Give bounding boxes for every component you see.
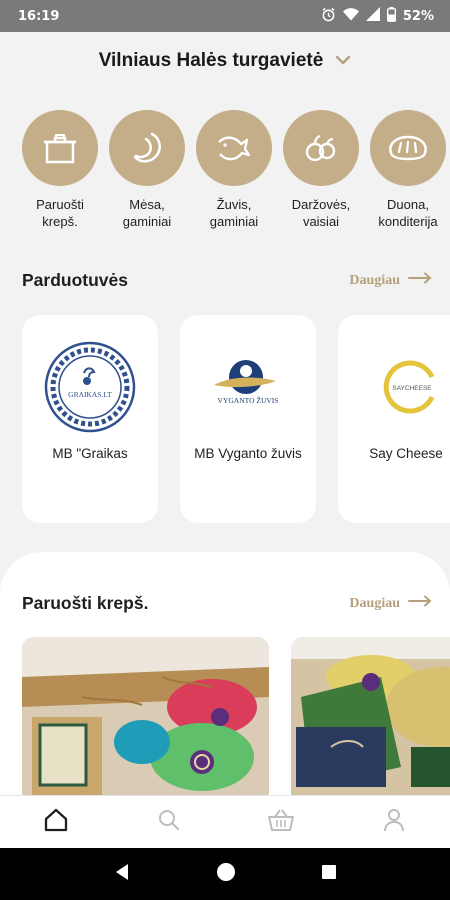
category-row: Paruošti krepš. Mėsa, gaminiai Žuvis, ga… (22, 110, 450, 235)
category-meat[interactable]: Mėsa, gaminiai (109, 110, 185, 235)
basket-icon (267, 808, 295, 837)
market-name: Vilniaus Halės turgavietė (98, 50, 324, 71)
search-icon (157, 808, 181, 837)
fish-icon (196, 110, 272, 186)
basket-card-image[interactable] (291, 637, 450, 797)
nav-home[interactable] (0, 796, 113, 848)
back-icon[interactable] (113, 863, 131, 886)
category-label: Žuvis, gaminiai (209, 197, 259, 229)
nav-basket[interactable] (225, 796, 338, 848)
shops-section-header: Parduotuvės Daugiau (22, 270, 432, 291)
category-label: Mėsa, gaminiai (122, 197, 172, 229)
battery-percent: 52% (402, 8, 434, 24)
more-label: Daugiau (349, 272, 400, 288)
battery-icon (386, 6, 396, 26)
bottom-nav (0, 795, 450, 848)
pot-icon (22, 110, 98, 186)
baskets-carousel[interactable] (22, 637, 450, 797)
shops-carousel[interactable]: GRAIKAS.LT MB "Graikas VYGANTO ŽUVIS MB … (22, 315, 450, 525)
baskets-section-header: Paruošti krepš. Daugiau (22, 593, 432, 614)
user-icon (383, 808, 405, 837)
shop-name: MB "Graikas (52, 446, 128, 461)
more-label: Daugiau (349, 595, 400, 611)
shop-logo-graikas: GRAIKAS.LT (40, 337, 140, 437)
status-time: 16:19 (18, 8, 60, 24)
category-bread[interactable]: Duona, konditerija (370, 110, 446, 235)
nav-profile[interactable] (338, 796, 450, 848)
section-title: Parduotuvės (22, 270, 128, 290)
shop-logo-vyganto: VYGANTO ŽUVIS (198, 337, 298, 437)
baskets-more-link[interactable]: Daugiau (349, 595, 432, 612)
market-selector[interactable]: Vilniaus Halės turgavietė (0, 50, 450, 72)
category-fish[interactable]: Žuvis, gaminiai (196, 110, 272, 235)
arrow-right-icon (408, 272, 432, 289)
category-vegetables[interactable]: Daržovės, vaisiai (283, 110, 359, 235)
alarm-icon (321, 7, 336, 26)
category-label: Duona, konditerija (378, 197, 438, 229)
shop-card[interactable]: VYGANTO ŽUVIS MB Vyganto žuvis (180, 315, 316, 523)
shop-logo-text: GRAIKAS.LT (68, 390, 112, 399)
shop-logo-text: VYGANTO ŽUVIS (218, 395, 279, 405)
section-title: Paruošti krepš. (22, 593, 149, 613)
status-bar: 16:19 52% (0, 0, 450, 32)
category-label: Paruošti krepš. (36, 197, 84, 229)
fruit-icon (283, 110, 359, 186)
recents-icon[interactable] (321, 864, 337, 885)
shop-logo-say-cheese: SAYCHEESE (356, 337, 450, 437)
shop-card[interactable]: SAYCHEESE Say Cheese (338, 315, 450, 523)
arrow-right-icon (408, 595, 432, 612)
shop-logo-text: SAYCHEESE (392, 385, 432, 392)
shop-name: MB Vyganto žuvis (194, 446, 302, 461)
system-nav-bar (0, 848, 450, 900)
signal-icon (365, 7, 380, 25)
sausage-icon (109, 110, 185, 186)
shop-card[interactable]: GRAIKAS.LT MB "Graikas (22, 315, 158, 523)
chevron-down-icon (335, 52, 351, 70)
bread-icon (370, 110, 446, 186)
basket-card-image[interactable] (22, 637, 269, 797)
home-icon (43, 807, 69, 838)
nav-search[interactable] (113, 796, 226, 848)
wifi-icon (342, 7, 359, 25)
shop-name: Say Cheese (369, 446, 443, 461)
category-prepared-baskets[interactable]: Paruošti krepš. (22, 110, 98, 235)
shops-more-link[interactable]: Daugiau (349, 272, 432, 289)
category-label: Daržovės, vaisiai (291, 197, 351, 229)
home-button-icon[interactable] (216, 862, 236, 887)
